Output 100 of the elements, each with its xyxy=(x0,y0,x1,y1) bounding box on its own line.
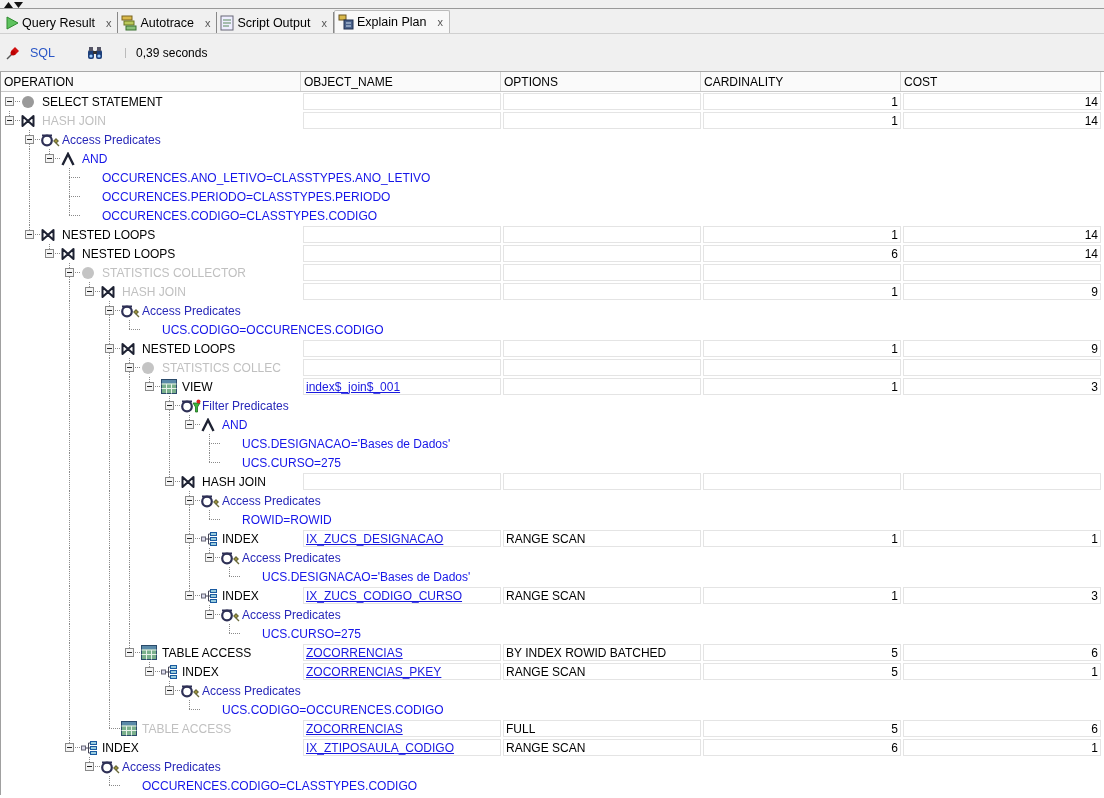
collapse-toggle[interactable] xyxy=(145,382,154,391)
column-header[interactable]: CARDINALITY xyxy=(701,72,901,91)
document-icon xyxy=(220,14,235,31)
predicate-condition: OCCURENCES.CODIGO=CLASSTYPES.CODIGO xyxy=(142,778,418,793)
circle-icon xyxy=(81,265,95,280)
collapse-toggle[interactable] xyxy=(85,762,94,771)
operation-name: STATISTICS COLLECTOR xyxy=(102,265,247,280)
binoculars-icon[interactable] xyxy=(87,45,103,60)
collapse-toggle[interactable] xyxy=(105,306,114,315)
object-link[interactable]: ZOCORRENCIAS xyxy=(306,645,403,660)
collapse-toggle[interactable] xyxy=(65,268,74,277)
operation-name: STATISTICS COLLEC xyxy=(162,360,281,375)
sigma-key-icon xyxy=(221,550,241,565)
collapse-toggle[interactable] xyxy=(185,496,194,505)
collapse-toggle[interactable] xyxy=(165,686,174,695)
object-link[interactable]: IX_ZUCS_CODIGO_CURSO xyxy=(306,588,463,603)
bowtie-icon xyxy=(61,246,75,261)
close-button[interactable]: x xyxy=(437,16,443,28)
collapse-toggle[interactable] xyxy=(185,420,194,429)
predicate-label: Access Predicates xyxy=(122,759,221,774)
collapse-toggle[interactable] xyxy=(165,401,174,410)
collapse-toggle[interactable] xyxy=(65,743,74,752)
operation-name: VIEW xyxy=(182,379,213,394)
object-link[interactable]: index$_join$_001 xyxy=(306,379,401,394)
object-link[interactable]: ZOCORRENCIAS_PKEY xyxy=(306,664,442,679)
operation-name: NESTED LOOPS xyxy=(82,246,176,261)
predicate-label: Access Predicates xyxy=(202,683,301,698)
table-cell: 1 xyxy=(903,530,1101,547)
wedge-icon xyxy=(61,151,75,166)
table-cell: 1 xyxy=(703,93,901,110)
predicate-condition: OCCURENCES.ANO_LETIVO=CLASSTYPES.ANO_LETIVO xyxy=(102,170,431,185)
predicate-label: AND xyxy=(222,417,248,432)
close-button[interactable]: x xyxy=(321,16,327,29)
grid-icon xyxy=(141,645,157,660)
column-header[interactable]: OBJECT_NAME xyxy=(301,72,501,91)
collapse-toggle[interactable] xyxy=(105,344,114,353)
table-cell: 14 xyxy=(903,112,1101,129)
elapsed-time: 0,39 seconds xyxy=(136,45,208,60)
tree-icon xyxy=(161,664,177,679)
object-link[interactable]: IX_ZTIPOSAULA_CODIGO xyxy=(306,740,455,755)
collapse-toggle[interactable] xyxy=(185,534,194,543)
collapse-toggle[interactable] xyxy=(85,287,94,296)
column-header[interactable]: COST xyxy=(901,72,1101,91)
down-arrow-icon[interactable] xyxy=(14,2,23,8)
collapse-toggle[interactable] xyxy=(145,667,154,676)
tab[interactable]: Autotrace x xyxy=(118,12,218,33)
table-cell: FULL xyxy=(503,720,701,737)
collapse-toggle[interactable] xyxy=(5,97,14,106)
collapse-toggle[interactable] xyxy=(185,591,194,600)
object-link[interactable]: IX_ZUCS_DESIGNACAO xyxy=(306,531,444,546)
predicate-label: Access Predicates xyxy=(242,607,341,622)
table-cell: 1 xyxy=(703,283,901,300)
sql-link[interactable]: SQL xyxy=(30,45,55,60)
predicate-condition: UCS.DESIGNACAO='Bases de Dados' xyxy=(262,569,471,584)
close-button[interactable]: x xyxy=(105,16,112,29)
collapse-toggle[interactable] xyxy=(165,477,174,486)
table-cell: 3 xyxy=(903,378,1101,395)
collapse-toggle[interactable] xyxy=(5,116,14,125)
collapse-toggle[interactable] xyxy=(125,648,134,657)
table-cell: RANGE SCAN xyxy=(503,739,701,756)
sigma-key-icon xyxy=(41,132,61,147)
predicate-condition: ROWID=ROWID xyxy=(242,512,332,527)
bowtie-icon xyxy=(21,113,35,128)
close-button[interactable]: x xyxy=(204,16,211,29)
collapse-toggle[interactable] xyxy=(45,249,54,258)
tab[interactable]: Explain Plan x xyxy=(333,10,450,33)
object-link[interactable]: ZOCORRENCIAS xyxy=(306,721,403,736)
table-cell: 5 xyxy=(703,644,901,661)
table-cell: 1 xyxy=(703,378,901,395)
bowtie-icon xyxy=(121,341,135,356)
predicate-label: Access Predicates xyxy=(242,550,341,565)
operation-name: HASH JOIN xyxy=(42,113,106,128)
predicate-condition: UCS.CURSO=275 xyxy=(242,455,342,470)
predicate-condition: OCCURENCES.CODIGO=CLASSTYPES.CODIGO xyxy=(102,208,378,223)
table-cell: 1 xyxy=(903,739,1101,756)
table-cell: 14 xyxy=(903,245,1101,262)
column-header[interactable]: OPERATION xyxy=(1,72,301,91)
operation-name: HASH JOIN xyxy=(202,474,266,489)
collapse-toggle[interactable] xyxy=(205,553,214,562)
table-cell: 1 xyxy=(703,112,901,129)
pin-icon[interactable] xyxy=(6,45,20,60)
column-header[interactable]: OPTIONS xyxy=(501,72,701,91)
collapse-toggle[interactable] xyxy=(205,610,214,619)
tree-icon xyxy=(81,740,97,755)
tab[interactable]: Query Result x xyxy=(2,12,119,33)
tree-icon xyxy=(201,531,217,546)
up-arrow-icon[interactable] xyxy=(4,2,13,8)
sigma-key-icon xyxy=(121,303,141,318)
collapse-toggle[interactable] xyxy=(125,363,134,372)
tree-icon xyxy=(201,588,217,603)
grid-icon xyxy=(161,379,177,394)
predicate-condition: OCCURENCES.PERIODO=CLASSTYPES.PERIODO xyxy=(102,189,391,204)
collapse-toggle[interactable] xyxy=(25,135,34,144)
circle-icon xyxy=(141,360,155,375)
table-cell: 5 xyxy=(703,720,901,737)
predicate-label: AND xyxy=(82,151,108,166)
collapse-toggle[interactable] xyxy=(25,230,34,239)
collapse-toggle[interactable] xyxy=(45,154,54,163)
table-cell: RANGE SCAN xyxy=(503,530,701,547)
tab[interactable]: Script Output x xyxy=(217,12,334,33)
